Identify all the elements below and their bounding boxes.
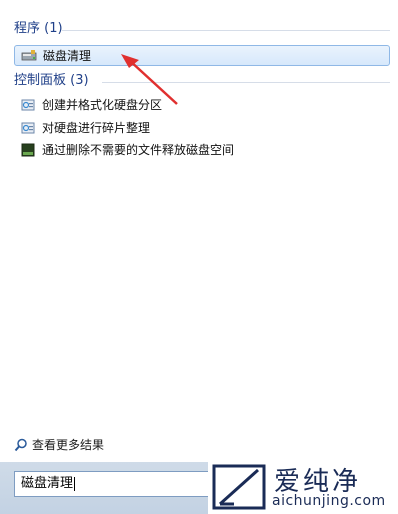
result-item-label: 通过删除不需要的文件释放磁盘空间 [42,143,235,157]
programs-divider [62,30,390,31]
result-item-free-space[interactable]: 通过删除不需要的文件释放磁盘空间 [14,140,390,160]
start-menu-results-panel: 程序 (1) 磁盘清理 控制面板 (3) 创建并格式化硬盘分区 对硬盘进行碎片整… [0,0,398,462]
watermark-url: aichunjing.com [272,493,386,509]
result-item-label: 对硬盘进行碎片整理 [42,121,151,135]
control-panel-icon [20,120,36,136]
result-item-label: 磁盘清理 [43,48,92,63]
search-icon [14,438,28,452]
control-panel-icon [20,97,36,113]
result-item-partition[interactable]: 创建并格式化硬盘分区 [14,95,390,115]
watermark-logo-icon [212,464,266,510]
watermark: 爱纯净 aichunjing.com [208,458,398,514]
disk-cleanup-icon [21,48,37,64]
result-item-disk-cleanup[interactable]: 磁盘清理 [14,45,390,66]
see-more-results-link[interactable]: 查看更多结果 [14,436,104,454]
result-item-defragment[interactable]: 对硬盘进行碎片整理 [14,118,390,138]
pointer-arrow-icon [121,54,178,105]
control-panel-header: 控制面板 (3) [14,73,89,88]
programs-header: 程序 (1) [14,21,63,36]
search-input-value: 磁盘清理 [21,476,74,491]
text-caret [74,476,76,491]
see-more-label: 查看更多结果 [32,438,105,452]
disk-space-icon [20,142,36,158]
